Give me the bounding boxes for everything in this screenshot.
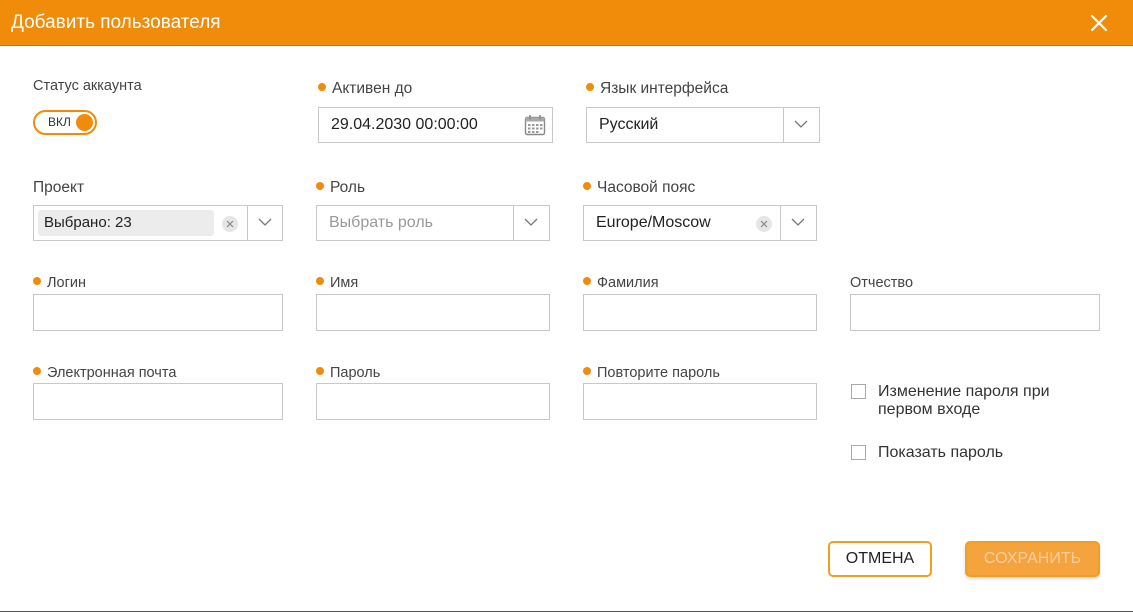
required-dot — [316, 367, 324, 375]
select-separator — [780, 206, 781, 240]
active-until-label: Активен до — [318, 79, 412, 99]
login-label-text: Логин — [47, 275, 86, 291]
show-password-checkbox[interactable] — [851, 445, 866, 460]
timezone-select[interactable]: Europe/Moscow — [583, 205, 817, 241]
timezone-label-text: Часовой пояс — [597, 179, 696, 196]
select-separator — [247, 206, 248, 240]
change-password-label-line1: Изменение пароля при — [878, 383, 1050, 400]
select-separator — [513, 206, 514, 240]
role-placeholder: Выбрать роль — [329, 214, 434, 231]
cancel-button[interactable]: ОТМЕНА — [828, 541, 932, 577]
chevron-down-icon[interactable] — [258, 217, 272, 227]
first-name-input[interactable] — [316, 294, 550, 331]
email-input[interactable] — [33, 383, 283, 420]
add-user-dialog: Добавить пользователя Статус аккаунта ВК… — [0, 0, 1133, 612]
required-dot — [33, 277, 41, 285]
email-label-text: Электронная почта — [47, 365, 177, 381]
account-status-label: Статус аккаунта — [33, 78, 142, 94]
required-dot — [316, 277, 324, 285]
timezone-value: Europe/Moscow — [596, 214, 711, 231]
role-label-text: Роль — [330, 179, 366, 196]
required-dot — [583, 277, 591, 285]
login-label: Логин — [33, 273, 86, 293]
chevron-down-icon[interactable] — [794, 119, 808, 129]
chevron-down-icon[interactable] — [524, 217, 538, 227]
project-selected-chip: Выбрано: 23 — [38, 210, 214, 236]
toggle-text: ВКЛ — [48, 115, 71, 129]
last-name-label: Фамилия — [583, 273, 659, 293]
timezone-label: Часовой пояс — [583, 178, 695, 198]
project-select[interactable]: Выбрано: 23 — [33, 205, 283, 241]
active-until-label-text: Активен до — [332, 80, 413, 97]
save-button[interactable]: СОХРАНИТЬ — [965, 541, 1100, 577]
ui-language-select[interactable]: Русский — [586, 107, 820, 143]
clear-icon[interactable] — [222, 216, 238, 232]
login-input[interactable] — [33, 294, 283, 331]
dialog-title: Добавить пользователя — [11, 12, 221, 33]
clear-icon[interactable] — [756, 216, 772, 232]
last-name-label-text: Фамилия — [597, 275, 659, 291]
required-dot — [583, 182, 591, 190]
chevron-down-icon[interactable] — [791, 217, 805, 227]
active-until-input[interactable]: 29.04.2030 00:00:00 — [318, 107, 553, 143]
ui-language-value: Русский — [599, 116, 659, 133]
required-dot — [316, 182, 324, 190]
role-label: Роль — [316, 178, 365, 198]
password-label-text: Пароль — [330, 365, 381, 381]
first-name-label: Имя — [316, 273, 358, 293]
change-password-checkbox[interactable] — [851, 384, 866, 399]
last-name-input[interactable] — [583, 294, 817, 331]
required-dot — [583, 367, 591, 375]
project-label: Проект — [33, 179, 85, 196]
ui-language-label: Язык интерфейса — [586, 79, 728, 99]
required-dot — [318, 83, 326, 91]
role-select[interactable]: Выбрать роль — [316, 205, 550, 241]
email-label: Электронная почта — [33, 363, 176, 383]
account-status-toggle[interactable]: ВКЛ — [33, 110, 97, 135]
active-until-value: 29.04.2030 00:00:00 — [331, 116, 478, 133]
project-chip-text: Выбрано: 23 — [44, 214, 132, 231]
password-repeat-label-text: Повторите пароль — [597, 365, 720, 381]
close-icon[interactable] — [1089, 13, 1109, 33]
ui-language-label-text: Язык интерфейса — [600, 80, 729, 97]
select-separator — [783, 108, 784, 142]
calendar-icon[interactable] — [524, 114, 546, 136]
dialog-titlebar: Добавить пользователя — [0, 0, 1133, 46]
password-repeat-label: Повторите пароль — [583, 363, 720, 383]
middle-name-label: Отчество — [850, 275, 914, 291]
middle-name-input[interactable] — [850, 294, 1100, 331]
first-name-label-text: Имя — [330, 275, 359, 291]
change-password-label-line2: первом входе — [878, 401, 981, 418]
toggle-knob — [76, 114, 93, 131]
password-label: Пароль — [316, 363, 380, 383]
required-dot — [33, 367, 41, 375]
change-password-label: Изменение пароля при первом входе — [878, 383, 1050, 419]
show-password-label: Показать пароль — [878, 444, 1004, 461]
password-repeat-input[interactable] — [583, 383, 817, 420]
password-input[interactable] — [316, 383, 550, 420]
required-dot — [586, 83, 594, 91]
